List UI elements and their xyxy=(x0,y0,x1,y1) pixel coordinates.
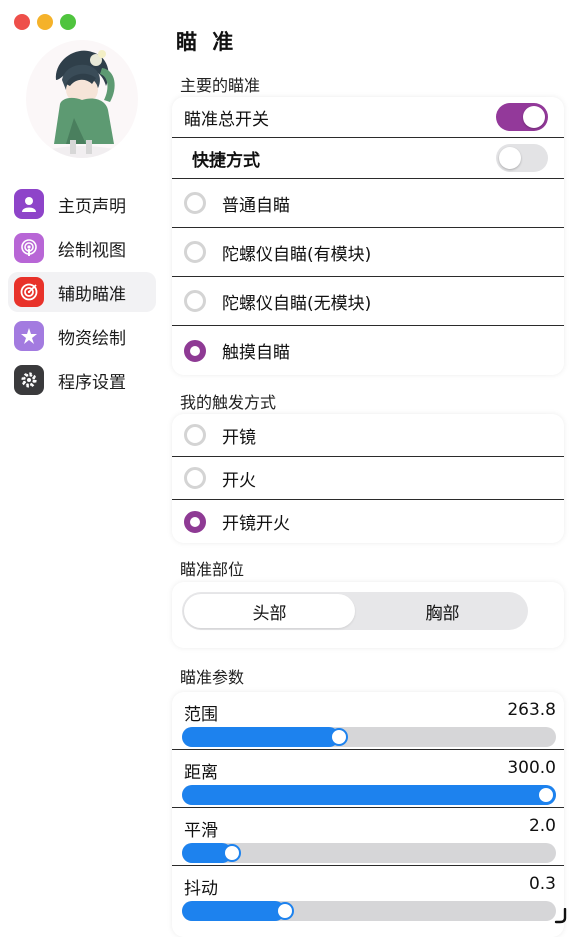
sidebar-item-label: 辅助瞄准 xyxy=(58,284,126,305)
slider-value: 300.0 xyxy=(507,758,556,778)
gear-icon xyxy=(14,365,44,395)
radio-button[interactable] xyxy=(184,467,206,489)
slider-track[interactable] xyxy=(182,785,556,805)
slider-thumb[interactable] xyxy=(223,844,242,862)
slider-thumb[interactable] xyxy=(537,786,555,804)
trigger-label: 开镜 xyxy=(222,427,256,448)
segment-head[interactable]: 头部 xyxy=(184,594,355,628)
avatar xyxy=(26,40,138,158)
sidebar-item-settings[interactable]: 程序设置 xyxy=(8,360,156,400)
slider-value: 263.8 xyxy=(507,700,556,720)
slider-row-range: 范围 263.8 xyxy=(172,692,564,750)
slider-label: 范围 xyxy=(184,705,218,725)
star-icon xyxy=(14,321,44,351)
section-trigger-label: 我的触发方式 xyxy=(180,393,277,412)
slider-row-shake: 抖动 0.3 xyxy=(172,866,564,924)
slider-label: 平滑 xyxy=(184,821,218,841)
minimize-button[interactable] xyxy=(37,14,53,30)
slider-thumb[interactable] xyxy=(330,728,349,746)
slider-row-smooth: 平滑 2.0 xyxy=(172,808,564,866)
slider-fill xyxy=(182,901,285,921)
master-switch-toggle[interactable] xyxy=(496,103,548,131)
mode-label: 触摸自瞄 xyxy=(222,343,290,363)
trigger-label: 开镜开火 xyxy=(222,514,290,534)
sidebar-item-home[interactable]: 主页声明 xyxy=(8,184,156,224)
main-aim-card: 瞄准总开关 快捷方式 普通自瞄 陀螺仪自瞄(有模块) 陀螺仪自瞄(无模块) 触摸… xyxy=(172,97,564,375)
slider-fill xyxy=(182,727,340,747)
mode-label: 普通自瞄 xyxy=(222,195,290,216)
slider-track[interactable] xyxy=(182,727,556,747)
sidebar-item-supply-draw[interactable]: 物资绘制 xyxy=(8,316,156,356)
sidebar-item-label: 主页声明 xyxy=(58,196,126,217)
podcast-icon xyxy=(14,233,44,263)
mode-option-gyro-module[interactable]: 陀螺仪自瞄(有模块) xyxy=(172,228,564,277)
mode-option-touch[interactable]: 触摸自瞄 xyxy=(172,326,564,375)
close-button[interactable] xyxy=(14,14,30,30)
resize-handle-icon[interactable] xyxy=(554,905,568,929)
sidebar-item-label: 程序设置 xyxy=(58,372,126,393)
user-icon xyxy=(14,189,44,219)
slider-thumb[interactable] xyxy=(275,902,294,920)
slider-label: 抖动 xyxy=(184,879,218,899)
sidebar-item-label: 物资绘制 xyxy=(58,328,126,349)
aim-part-segmented-control: 头部 胸部 xyxy=(182,592,528,630)
radio-button[interactable] xyxy=(184,192,206,214)
shortcut-row: 快捷方式 xyxy=(172,138,564,179)
section-params-label: 瞄准参数 xyxy=(180,668,245,687)
page-title: 瞄 准 xyxy=(176,30,238,54)
params-card: 范围 263.8 距离 300.0 平滑 2.0 抖动 0.3 xyxy=(172,692,564,937)
shortcut-toggle[interactable] xyxy=(496,144,548,172)
toggle-knob xyxy=(523,106,545,128)
mode-option-normal[interactable]: 普通自瞄 xyxy=(172,179,564,228)
window-controls xyxy=(14,14,76,30)
mode-label: 陀螺仪自瞄(无模块) xyxy=(222,293,372,314)
aim-part-card: 头部 胸部 xyxy=(172,582,564,648)
trigger-option-scope[interactable]: 开镜 xyxy=(172,414,564,457)
sidebar-item-draw-view[interactable]: 绘制视图 xyxy=(8,228,156,268)
section-main-aim-label: 主要的瞄准 xyxy=(180,76,261,95)
slider-value: 2.0 xyxy=(528,816,556,836)
toggle-knob xyxy=(499,147,521,169)
slider-fill xyxy=(182,785,556,805)
zoom-button[interactable] xyxy=(60,14,76,30)
mode-option-gyro-no-module[interactable]: 陀螺仪自瞄(无模块) xyxy=(172,277,564,326)
segment-chest[interactable]: 胸部 xyxy=(357,592,528,630)
slider-track[interactable] xyxy=(182,843,556,863)
radio-button[interactable] xyxy=(184,510,206,533)
slider-label: 距离 xyxy=(184,763,218,783)
sidebar-item-aim-assist[interactable]: 辅助瞄准 xyxy=(8,272,156,312)
sidebar-nav: 主页声明 绘制视图 辅助瞄准 物资绘制 程序设置 xyxy=(8,184,156,404)
slider-value: 0.3 xyxy=(528,874,556,894)
sidebar-item-label: 绘制视图 xyxy=(58,240,126,261)
trigger-card: 开镜 开火 开镜开火 xyxy=(172,414,564,543)
section-aim-part-label: 瞄准部位 xyxy=(180,560,245,579)
mode-label: 陀螺仪自瞄(有模块) xyxy=(222,244,372,265)
slider-row-distance: 距离 300.0 xyxy=(172,750,564,808)
target-icon xyxy=(14,277,44,307)
radio-button[interactable] xyxy=(184,241,206,263)
master-switch-row: 瞄准总开关 xyxy=(172,97,564,138)
shortcut-label: 快捷方式 xyxy=(192,150,260,171)
trigger-label: 开火 xyxy=(222,470,256,491)
app-window: 主页声明 绘制视图 辅助瞄准 物资绘制 程序设置 瞄 准 主要的瞄准 瞄准总开关… xyxy=(0,0,576,937)
radio-button[interactable] xyxy=(184,290,206,312)
slider-track[interactable] xyxy=(182,901,556,921)
radio-button[interactable] xyxy=(184,339,206,362)
trigger-option-scope-fire[interactable]: 开镜开火 xyxy=(172,500,564,543)
radio-button[interactable] xyxy=(184,424,206,446)
trigger-option-fire[interactable]: 开火 xyxy=(172,457,564,500)
master-switch-label: 瞄准总开关 xyxy=(184,109,269,130)
